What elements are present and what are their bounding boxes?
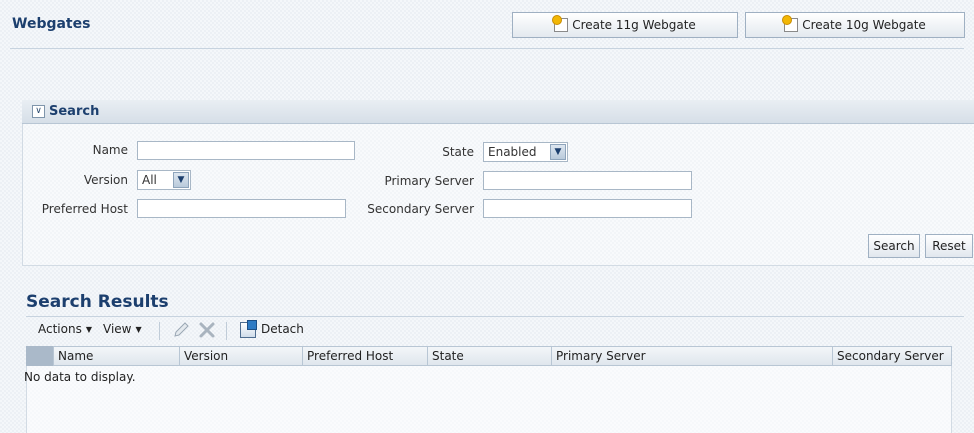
create-10g-webgate-button[interactable]: Create 10g Webgate (745, 12, 965, 38)
results-divider (26, 316, 964, 317)
preferred-host-label: Preferred Host (41, 202, 128, 216)
column-header-primary-server[interactable]: Primary Server (552, 346, 833, 366)
column-header-secondary-server[interactable]: Secondary Server (833, 346, 952, 366)
primary-server-label: Primary Server (384, 174, 474, 188)
chevron-down-icon[interactable]: ▼ (550, 144, 566, 160)
results-table-body (26, 366, 952, 433)
column-header-version[interactable]: Version (180, 346, 303, 366)
create-11g-webgate-label: Create 11g Webgate (572, 18, 696, 32)
column-header-name[interactable]: Name (54, 346, 180, 366)
preferred-host-input[interactable] (137, 199, 346, 218)
search-results-title: Search Results (26, 292, 169, 312)
secondary-server-label: Secondary Server (367, 202, 474, 216)
version-label: Version (83, 173, 128, 187)
name-label: Name (92, 143, 128, 157)
state-label: State (442, 145, 474, 159)
delete-x-icon[interactable] (198, 321, 216, 339)
view-menu[interactable]: View ▼ (103, 322, 142, 336)
page-title: Webgates (12, 16, 91, 32)
header-divider (10, 48, 964, 49)
add-page-icon (782, 15, 799, 32)
toolbar-separator (226, 322, 227, 340)
select-all-column[interactable] (26, 346, 54, 366)
detach-icon[interactable] (240, 320, 257, 338)
empty-message: No data to display. (24, 370, 136, 384)
create-11g-webgate-button[interactable]: Create 11g Webgate (512, 12, 738, 38)
create-10g-webgate-label: Create 10g Webgate (802, 18, 926, 32)
name-input[interactable] (137, 141, 355, 160)
version-select[interactable]: All ▼ (137, 170, 191, 190)
search-panel-header[interactable]: ∨ Search (22, 100, 974, 124)
toolbar-separator (159, 322, 160, 340)
view-menu-label: View (103, 322, 132, 336)
column-header-preferred-host[interactable]: Preferred Host (303, 346, 428, 366)
state-select[interactable]: Enabled ▼ (483, 142, 568, 162)
chevron-down-icon[interactable]: ∨ (32, 105, 45, 118)
add-page-icon (552, 15, 569, 32)
secondary-server-input[interactable] (483, 199, 692, 218)
search-button[interactable]: Search (868, 234, 920, 258)
search-panel-title: Search (49, 104, 100, 119)
reset-button[interactable]: Reset (925, 234, 973, 258)
caret-down-icon: ▼ (135, 324, 142, 334)
detach-button[interactable]: Detach (261, 322, 304, 336)
column-header-state[interactable]: State (428, 346, 552, 366)
actions-menu-label: Actions (38, 322, 82, 336)
detach-label: Detach (261, 322, 304, 336)
state-select-value: Enabled (488, 145, 537, 159)
pencil-icon[interactable] (172, 321, 190, 339)
actions-menu[interactable]: Actions ▼ (38, 322, 92, 336)
primary-server-input[interactable] (483, 171, 692, 190)
chevron-down-icon[interactable]: ▼ (173, 172, 189, 188)
version-select-value: All (142, 173, 157, 187)
caret-down-icon: ▼ (85, 324, 92, 334)
